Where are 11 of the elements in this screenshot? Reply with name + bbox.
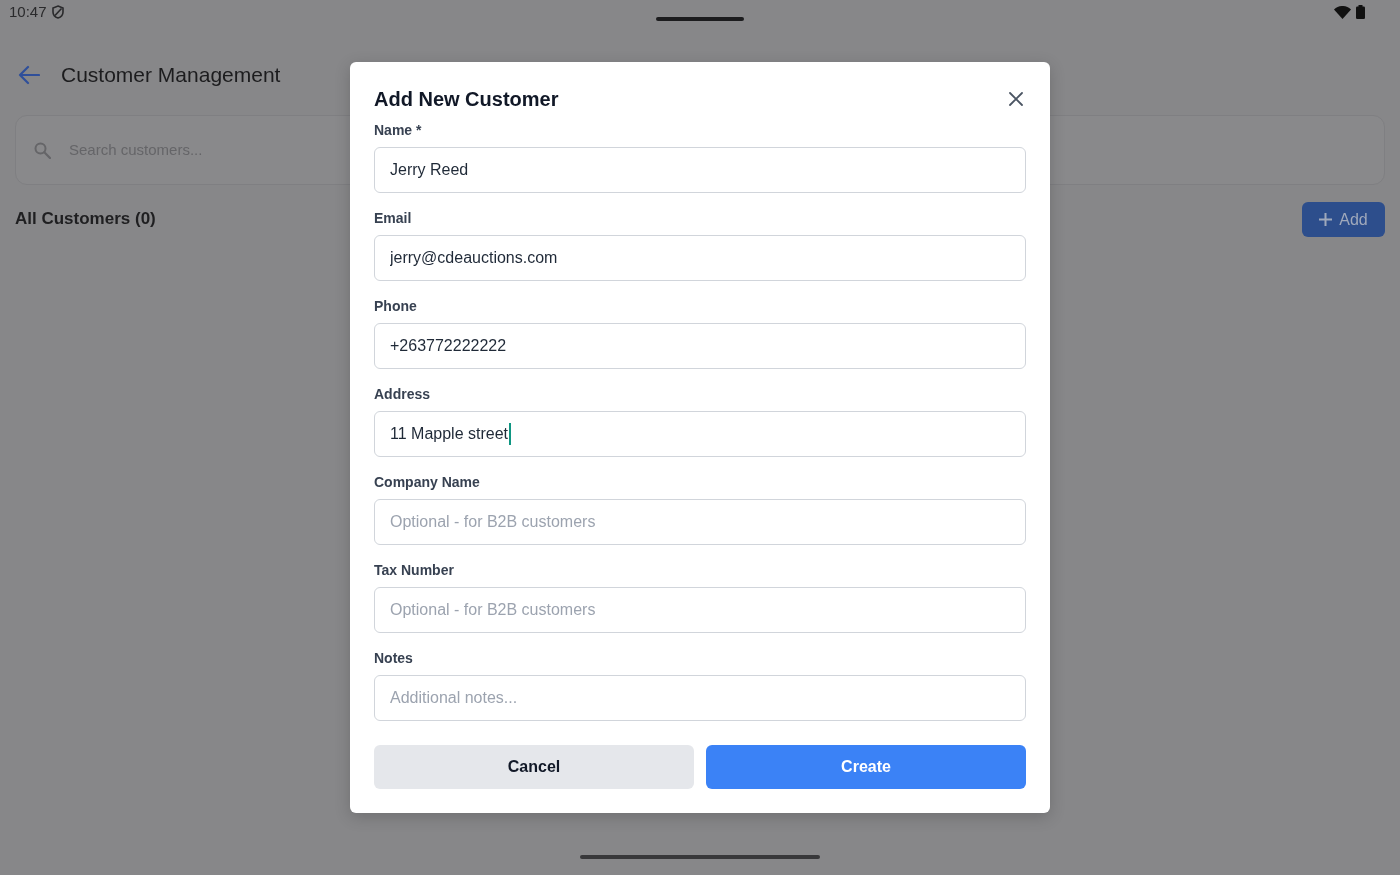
field-label: Company Name bbox=[374, 473, 481, 491]
field-label: Phone bbox=[374, 297, 418, 315]
dialog-title: Add New Customer bbox=[374, 87, 559, 111]
field-label: Address bbox=[374, 385, 432, 403]
field-label: Name * bbox=[374, 121, 423, 139]
list-heading: All Customers (0) bbox=[15, 209, 156, 230]
field-label: Email bbox=[374, 209, 413, 227]
field-label: Tax Number bbox=[374, 561, 455, 579]
page-title: Customer Management bbox=[61, 62, 281, 88]
field-label: Notes bbox=[374, 649, 414, 667]
status-time: 10:47 bbox=[9, 2, 47, 22]
